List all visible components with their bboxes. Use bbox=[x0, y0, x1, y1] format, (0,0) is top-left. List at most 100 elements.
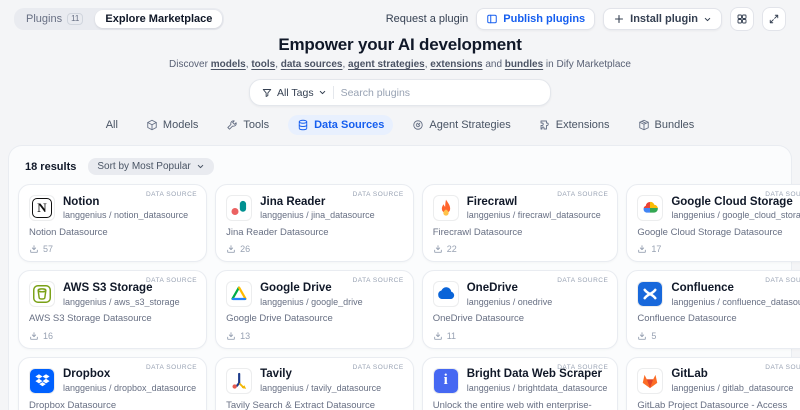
tab-plugins[interactable]: Plugins 11 bbox=[16, 10, 93, 28]
chevron-down-icon bbox=[318, 88, 327, 97]
results-panel: 18 results Sort by Most Popular DATA SOU… bbox=[8, 145, 792, 410]
download-count: 26 bbox=[240, 244, 250, 254]
plugin-grid: DATA SOURCE N Notion langgenius / notion… bbox=[16, 184, 784, 410]
download-count: 5 bbox=[651, 331, 656, 341]
plugin-byline: langgenius / google_drive bbox=[260, 297, 363, 307]
tab-explore-marketplace[interactable]: Explore Marketplace bbox=[95, 10, 222, 28]
download-icon bbox=[637, 331, 647, 341]
card-type-tag: DATA SOURCE bbox=[557, 364, 608, 371]
tab-label: Tools bbox=[243, 119, 269, 131]
plugin-card[interactable]: DATA SOURCE i Bright Data Web Scraper la… bbox=[422, 357, 619, 410]
tab-label: Data Sources bbox=[314, 119, 384, 131]
expand-icon-button[interactable] bbox=[762, 7, 786, 31]
subtitle-text: in Dify Marketplace bbox=[543, 59, 631, 70]
tab-models[interactable]: Models bbox=[137, 115, 207, 135]
search-input[interactable] bbox=[334, 87, 545, 99]
download-count: 11 bbox=[447, 331, 456, 341]
card-type-tag: DATA SOURCE bbox=[557, 191, 608, 198]
plugin-card[interactable]: DATA SOURCE Jina Reader langgenius / jin… bbox=[215, 184, 414, 262]
target-icon bbox=[412, 119, 424, 131]
sort-dropdown[interactable]: Sort by Most Popular bbox=[88, 158, 213, 175]
filter-funnel-icon bbox=[261, 87, 273, 99]
plugin-description: AWS S3 Storage Datasource bbox=[29, 313, 196, 325]
tab-all[interactable]: All bbox=[97, 115, 127, 135]
plugin-byline: langgenius / brightdata_datasource bbox=[467, 383, 608, 393]
plugin-name: OneDrive bbox=[467, 282, 553, 296]
card-type-tag: DATA SOURCE bbox=[765, 277, 800, 284]
apps-icon-button[interactable] bbox=[730, 7, 754, 31]
plugin-byline: langgenius / dropbox_datasource bbox=[63, 383, 196, 393]
tab-label: All bbox=[106, 119, 118, 131]
plugin-card[interactable]: DATA SOURCE Firecrawl langgenius / firec… bbox=[422, 184, 619, 262]
tab-extensions[interactable]: Extensions bbox=[530, 115, 619, 135]
subtitle-keyword[interactable]: agent strategies bbox=[348, 59, 425, 70]
publish-book-icon bbox=[486, 13, 498, 25]
card-type-tag: DATA SOURCE bbox=[765, 364, 800, 371]
firecrawl-icon bbox=[433, 195, 459, 221]
subtitle-keyword[interactable]: bundles bbox=[505, 59, 543, 70]
download-icon bbox=[433, 244, 443, 254]
tavily-icon bbox=[226, 368, 252, 394]
plugin-byline: langgenius / aws_s3_storage bbox=[63, 297, 180, 307]
plugin-card[interactable]: DATA SOURCE OneDrive langgenius / onedri… bbox=[422, 270, 619, 348]
package-icon bbox=[638, 119, 650, 131]
plugin-card[interactable]: DATA SOURCE Tavily langgenius / tavily_d… bbox=[215, 357, 414, 410]
expand-icon bbox=[768, 13, 780, 25]
page-subtitle: Discover models, tools, data sources, ag… bbox=[0, 59, 800, 70]
all-tags-dropdown[interactable]: All Tags bbox=[255, 87, 333, 99]
download-count: 16 bbox=[43, 331, 53, 341]
plugin-byline: langgenius / firecrawl_datasource bbox=[467, 210, 601, 220]
subtitle-keyword[interactable]: data sources bbox=[281, 59, 343, 70]
page-title: Empower your AI development bbox=[0, 35, 800, 55]
plugin-description: OneDrive Datasource bbox=[433, 313, 608, 325]
download-icon bbox=[226, 331, 236, 341]
plugin-card[interactable]: DATA SOURCE Google Drive langgenius / go… bbox=[215, 270, 414, 348]
plugin-description: Confluence Datasource bbox=[637, 313, 800, 325]
gitlab-icon bbox=[637, 368, 663, 394]
subtitle-keyword[interactable]: extensions bbox=[430, 59, 482, 70]
results-count: 18 results bbox=[25, 161, 76, 173]
plugin-card[interactable]: DATA SOURCE Dropbox langgenius / dropbox… bbox=[18, 357, 207, 410]
chevron-down-icon bbox=[703, 15, 712, 24]
card-type-tag: DATA SOURCE bbox=[146, 364, 197, 371]
subtitle-text: Discover bbox=[169, 59, 211, 70]
card-type-tag: DATA SOURCE bbox=[353, 364, 404, 371]
plugin-card[interactable]: DATA SOURCE AWS S3 Storage langgenius / … bbox=[18, 270, 207, 348]
plugin-name: Google Drive bbox=[260, 282, 363, 296]
page-switcher: Plugins 11 Explore Marketplace bbox=[14, 8, 224, 30]
database-icon bbox=[297, 119, 309, 131]
dropbox-icon bbox=[29, 368, 55, 394]
tab-label: Extensions bbox=[556, 119, 610, 131]
download-icon bbox=[29, 331, 39, 341]
card-type-tag: DATA SOURCE bbox=[557, 277, 608, 284]
plugin-byline: langgenius / gitlab_datasource bbox=[671, 383, 793, 393]
results-header: 18 results Sort by Most Popular bbox=[16, 153, 784, 184]
plugins-count-badge: 11 bbox=[67, 13, 83, 25]
card-type-tag: DATA SOURCE bbox=[146, 277, 197, 284]
download-count: 17 bbox=[651, 244, 661, 254]
publish-plugins-button[interactable]: Publish plugins bbox=[476, 8, 595, 30]
plugin-card[interactable]: DATA SOURCE Confluence langgenius / conf… bbox=[626, 270, 800, 348]
download-icon bbox=[433, 331, 443, 341]
subtitle-keyword[interactable]: models bbox=[211, 59, 246, 70]
chevron-down-icon bbox=[196, 162, 205, 171]
plugin-byline: langgenius / tavily_datasource bbox=[260, 383, 381, 393]
tab-data-sources[interactable]: Data Sources bbox=[288, 115, 393, 135]
category-tabs: All Models Tools Data Sources Agent Strategi… bbox=[0, 115, 800, 135]
request-plugin-link[interactable]: Request a plugin bbox=[386, 13, 469, 25]
plugin-card[interactable]: DATA SOURCE N Notion langgenius / notion… bbox=[18, 184, 207, 262]
gdrive-icon bbox=[226, 281, 252, 307]
download-count: 57 bbox=[43, 244, 53, 254]
plugin-card[interactable]: DATA SOURCE Google Cloud Storage langgen… bbox=[626, 184, 800, 262]
subtitle-keyword[interactable]: tools bbox=[251, 59, 275, 70]
plugin-description: Unlock the entire web with enterprise-gr… bbox=[433, 400, 608, 410]
plugin-card[interactable]: DATA SOURCE GitLab langgenius / gitlab_d… bbox=[626, 357, 800, 410]
tab-tools[interactable]: Tools bbox=[217, 115, 278, 135]
tab-agent-strategies[interactable]: Agent Strategies bbox=[403, 115, 519, 135]
tab-bundles[interactable]: Bundles bbox=[629, 115, 704, 135]
plugin-byline: langgenius / google_cloud_storage bbox=[671, 210, 800, 220]
download-count: 22 bbox=[447, 244, 457, 254]
plugin-description: Tavily Search & Extract Datasource bbox=[226, 400, 403, 410]
install-plugin-button[interactable]: Install plugin bbox=[603, 8, 722, 30]
plugin-byline: langgenius / notion_datasource bbox=[63, 210, 188, 220]
